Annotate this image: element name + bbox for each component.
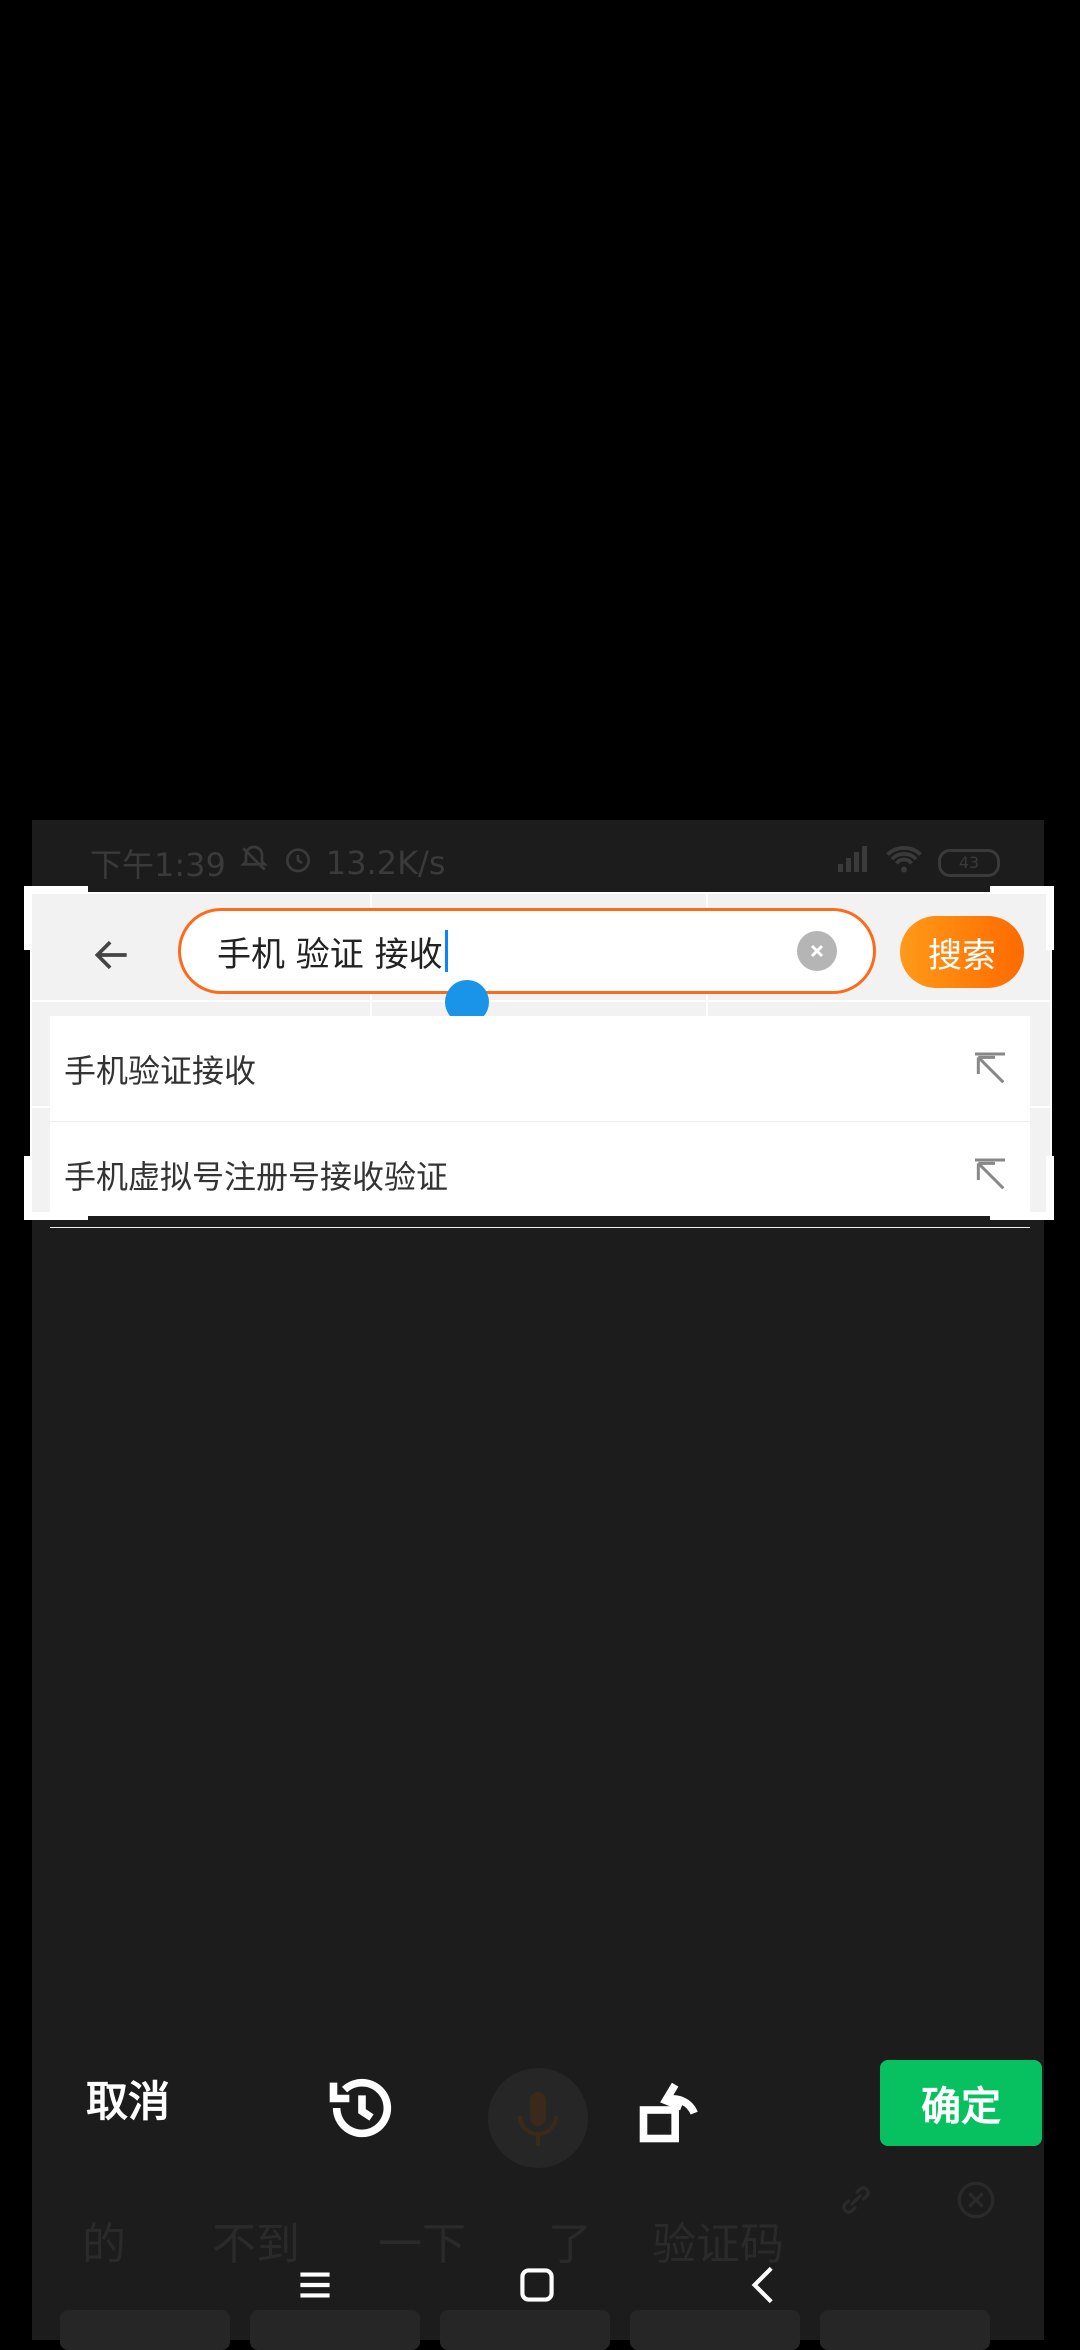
mic-icon[interactable] [488, 2068, 588, 2168]
system-nav-bar [0, 2240, 1080, 2320]
crop-corner-handle[interactable] [24, 1156, 32, 1220]
home-icon[interactable] [512, 2260, 562, 2310]
suggestion-text: 手机验证接收 [64, 1051, 257, 1090]
arrow-up-left-icon[interactable] [970, 1049, 1010, 1089]
wifi-icon [886, 844, 922, 882]
suggestion-text: 手机虚拟号注册号接收验证 [64, 1157, 449, 1196]
suggestion-list: 手机验证接收 手机虚拟号注册号接收验证 [50, 1016, 1030, 1228]
crop-corner-handle[interactable] [990, 886, 1054, 894]
close-circle-icon[interactable] [956, 2180, 996, 2231]
crop-corner-handle[interactable] [24, 886, 32, 950]
mute-icon [238, 843, 270, 883]
confirm-button[interactable]: 确定 [880, 2060, 1042, 2146]
battery-indicator: 43 [938, 849, 1000, 877]
signal-icon [836, 844, 870, 882]
rotate-icon[interactable] [634, 2070, 714, 2150]
link-icon[interactable] [836, 2180, 876, 2231]
back-icon[interactable] [740, 2260, 790, 2310]
crop-corner-handle[interactable] [24, 1212, 88, 1220]
search-button[interactable]: 搜索 [900, 916, 1024, 988]
crop-corner-handle[interactable] [1046, 1156, 1054, 1220]
list-item[interactable]: 手机验证接收 [50, 1016, 1030, 1122]
alarm-icon [282, 843, 314, 883]
text-caret [444, 930, 448, 972]
menu-icon[interactable] [290, 2260, 340, 2310]
cancel-button[interactable]: 取消 [86, 2068, 170, 2129]
crop-corner-handle[interactable] [24, 886, 88, 894]
history-icon[interactable] [324, 2070, 404, 2150]
arrow-left-icon[interactable] [72, 915, 152, 995]
list-item[interactable]: 手机虚拟号注册号接收验证 [50, 1122, 1030, 1228]
crop-corner-handle[interactable] [990, 1212, 1054, 1220]
search-header: 手机 验证 接收 搜索 [50, 900, 1030, 1010]
status-time: 下午1:39 [90, 846, 226, 884]
search-input[interactable]: 手机 验证 接收 [178, 908, 876, 994]
clear-circle-icon[interactable] [797, 931, 837, 971]
arrow-up-left-icon[interactable] [970, 1155, 1010, 1195]
search-query: 手机 验证 接收 [217, 934, 443, 975]
crop-corner-handle[interactable] [1046, 886, 1054, 950]
status-bar: 下午1:39 13.2K/s 43 [90, 843, 1000, 884]
editor-action-bar: 取消 确定 [0, 2040, 1080, 2170]
network-speed: 13.2K/s [325, 844, 446, 882]
